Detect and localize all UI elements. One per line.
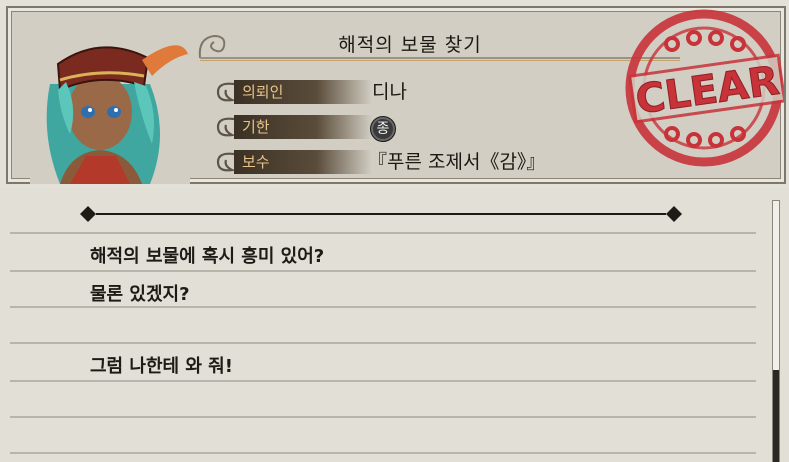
ruled-line [10, 232, 756, 234]
deadline-badge: 종 [370, 116, 396, 142]
ruled-line [10, 380, 756, 382]
title-underline-accent [200, 60, 680, 61]
dialog-parchment [0, 188, 789, 462]
title-underline [200, 57, 680, 59]
dialog-line: 그럼 나한테 와 줘! [90, 356, 233, 377]
clear-stamp: CLEAR [625, 9, 784, 167]
field-label: 보수 [234, 150, 372, 174]
field-label: 의뢰인 [234, 80, 372, 104]
ruled-line [10, 416, 756, 418]
field-value: 디나 [372, 81, 407, 103]
field-value: 종 [370, 113, 396, 142]
ruled-line [10, 452, 756, 454]
dialog-line: 해적의 보물에 혹시 흥미 있어? [90, 246, 325, 267]
ruled-line [10, 270, 756, 272]
ruled-line [10, 342, 756, 344]
field-row-client: 의뢰인 디나 [212, 78, 632, 106]
quest-title: 해적의 보물 찾기 [338, 34, 482, 56]
field-value: 『푸른 조제서《감》』 [368, 151, 546, 173]
scrollbar-thumb[interactable] [773, 370, 779, 462]
field-row-reward: 보수 『푸른 조제서《감》』 [212, 148, 632, 176]
field-label: 기한 [234, 115, 372, 139]
dialog-line: 물론 있겠지? [90, 284, 190, 305]
client-portrait [30, 24, 190, 184]
dialog-divider [80, 206, 682, 222]
ruled-line [10, 306, 756, 308]
field-row-deadline: 기한 종 [212, 113, 632, 142]
